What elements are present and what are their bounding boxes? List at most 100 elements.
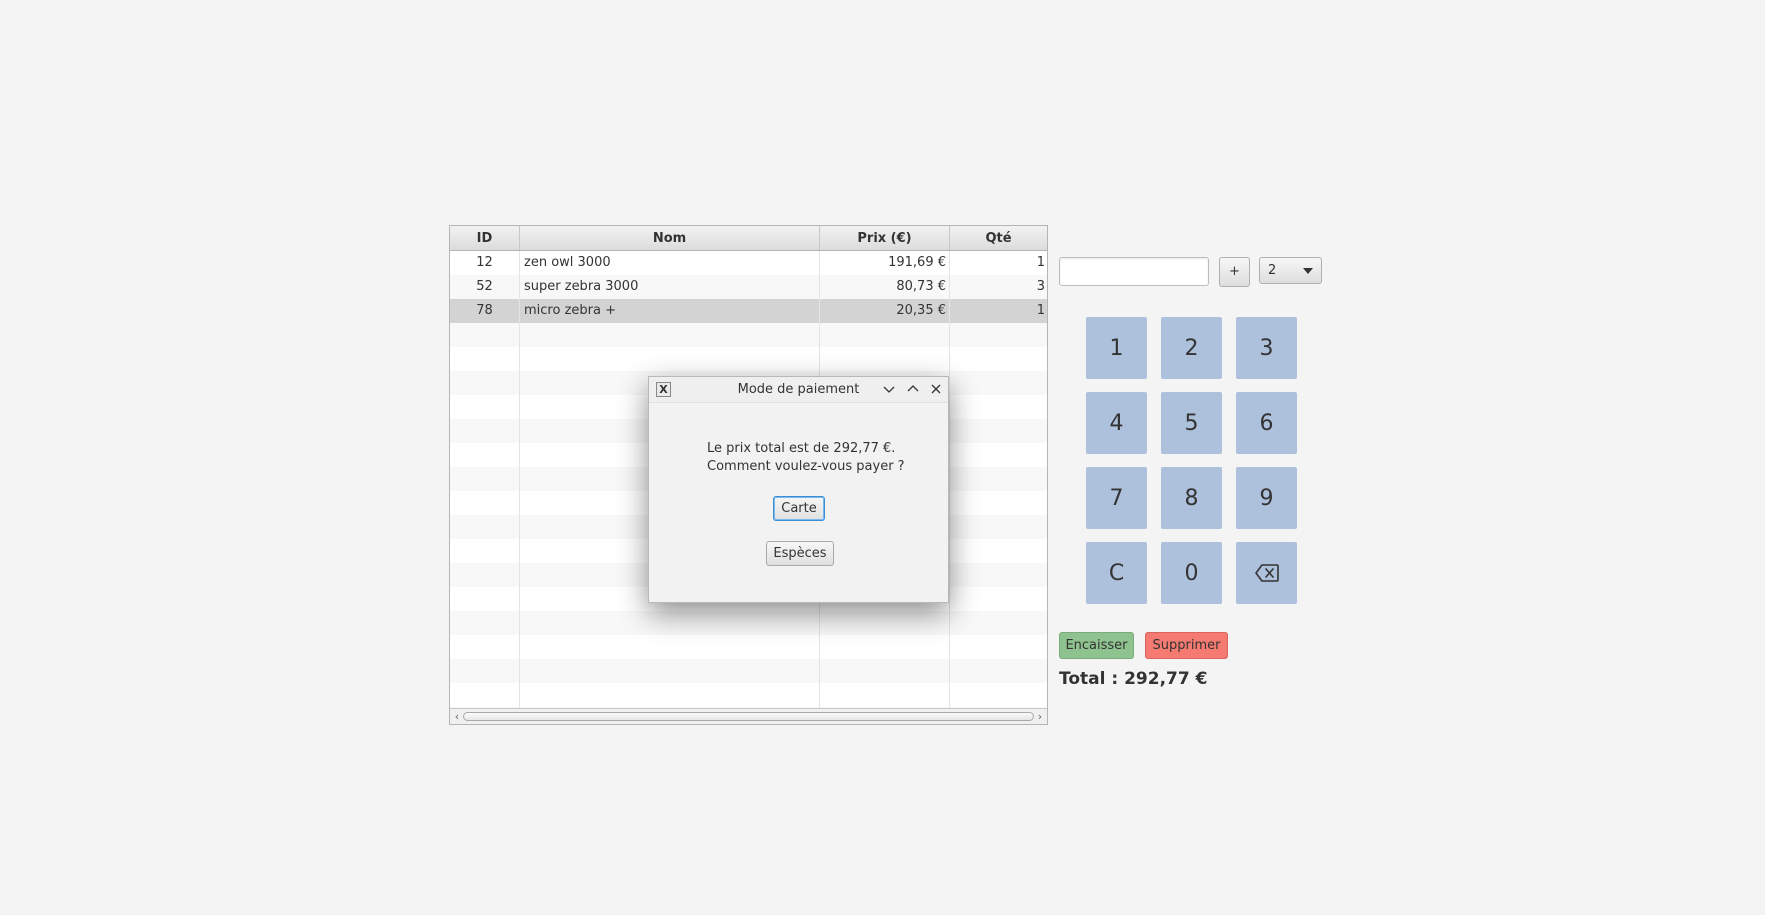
table-row-empty — [450, 347, 1047, 371]
cell-id: 78 — [450, 299, 520, 323]
cell-empty — [950, 323, 1047, 347]
quantity-select-value: 2 — [1268, 263, 1277, 278]
horizontal-scrollbar[interactable]: ‹ › — [450, 708, 1047, 724]
cell-empty — [450, 539, 520, 563]
cell-nom: zen owl 3000 — [520, 251, 820, 275]
cell-empty — [450, 611, 520, 635]
cell-prix: 191,69 € — [820, 251, 950, 275]
maximize-icon[interactable] — [905, 381, 921, 397]
carte-button[interactable]: Carte — [773, 496, 825, 521]
keypad-key-3[interactable]: 3 — [1236, 317, 1297, 379]
keypad-key-8[interactable]: 8 — [1161, 467, 1222, 529]
backspace-icon — [1254, 564, 1279, 582]
payment-mode-dialog: X Mode de paiement Le prix total est de … — [648, 376, 949, 603]
cell-empty — [450, 419, 520, 443]
dialog-title: Mode de paiement — [737, 382, 860, 397]
cell-empty — [820, 659, 950, 683]
keypad-key-4[interactable]: 4 — [1086, 392, 1147, 454]
cell-empty — [450, 467, 520, 491]
chevron-down-icon — [1303, 268, 1313, 274]
product-code-input[interactable] — [1059, 257, 1209, 286]
minimize-icon[interactable] — [881, 381, 897, 397]
cell-empty — [520, 347, 820, 371]
keypad-key-9[interactable]: 9 — [1236, 467, 1297, 529]
cell-empty — [950, 347, 1047, 371]
encaisser-button[interactable]: Encaisser — [1059, 632, 1134, 659]
keypad-key-1[interactable]: 1 — [1086, 317, 1147, 379]
cell-empty — [950, 443, 1047, 467]
add-product-button[interactable]: + — [1219, 257, 1250, 287]
cell-prix: 20,35 € — [820, 299, 950, 323]
keypad-key-backspace[interactable] — [1236, 542, 1297, 604]
cell-empty — [950, 371, 1047, 395]
cell-empty — [450, 683, 520, 707]
cell-empty — [450, 659, 520, 683]
keypad-key-7[interactable]: 7 — [1086, 467, 1147, 529]
cell-empty — [520, 635, 820, 659]
cell-empty — [820, 611, 950, 635]
cell-empty — [450, 371, 520, 395]
cell-empty — [950, 539, 1047, 563]
scroll-left-icon[interactable]: ‹ — [451, 709, 463, 724]
cell-empty — [450, 515, 520, 539]
cell-empty — [950, 515, 1047, 539]
cell-qte: 1 — [1036, 303, 1045, 318]
cell-empty — [950, 491, 1047, 515]
total-label: Total : 292,77 € — [1059, 669, 1208, 689]
cell-empty — [450, 443, 520, 467]
table-row-empty — [450, 611, 1047, 635]
cell-empty — [520, 323, 820, 347]
cell-empty — [820, 683, 950, 707]
table-row-empty — [450, 659, 1047, 683]
cell-empty — [950, 611, 1047, 635]
cell-empty — [950, 659, 1047, 683]
cell-empty — [450, 323, 520, 347]
table-row-empty — [450, 323, 1047, 347]
header-prix[interactable]: Prix (€) — [820, 226, 950, 250]
cell-empty — [520, 659, 820, 683]
cell-empty — [950, 635, 1047, 659]
cell-empty — [950, 395, 1047, 419]
table-header: ID Nom Prix (€) Qté — [450, 226, 1047, 251]
cell-empty — [450, 491, 520, 515]
cell-id: 12 — [450, 251, 520, 275]
cell-nom: super zebra 3000 — [520, 275, 820, 299]
table-row[interactable]: 12 zen owl 3000 191,69 € 1 — [450, 251, 1047, 275]
cell-empty — [950, 563, 1047, 587]
scroll-right-icon[interactable]: › — [1034, 709, 1046, 724]
table-row-selected[interactable]: 78 micro zebra + 20,35 € 1 — [450, 299, 1047, 323]
cell-empty — [950, 683, 1047, 707]
keypad-key-6[interactable]: 6 — [1236, 392, 1297, 454]
cell-prix: 80,73 € — [820, 275, 950, 299]
cell-qte: 1 — [1036, 255, 1045, 270]
cell-empty — [820, 347, 950, 371]
table-row-empty — [450, 683, 1047, 707]
header-qte[interactable]: Qté — [950, 226, 1047, 250]
header-id[interactable]: ID — [450, 226, 520, 250]
keypad-key-5[interactable]: 5 — [1161, 392, 1222, 454]
table-row-empty — [450, 635, 1047, 659]
cell-nom: micro zebra + — [520, 299, 820, 323]
cell-empty — [820, 323, 950, 347]
header-nom[interactable]: Nom — [520, 226, 820, 250]
cell-qte: 3 — [1036, 279, 1045, 294]
dialog-titlebar[interactable]: X Mode de paiement — [649, 377, 948, 403]
table-row[interactable]: 52 super zebra 3000 80,73 € 3 — [450, 275, 1047, 299]
keypad-key-2[interactable]: 2 — [1161, 317, 1222, 379]
cell-empty — [950, 587, 1047, 611]
close-icon[interactable] — [928, 381, 944, 397]
scrollbar-thumb[interactable] — [463, 712, 1034, 721]
cell-empty — [450, 587, 520, 611]
supprimer-button[interactable]: Supprimer — [1145, 632, 1228, 659]
quantity-select[interactable]: 2 — [1259, 257, 1322, 284]
especes-button[interactable]: Espèces — [766, 541, 834, 566]
dialog-message: Le prix total est de 292,77 €. Comment v… — [707, 441, 905, 474]
cell-id: 52 — [450, 275, 520, 299]
cell-empty — [950, 419, 1047, 443]
keypad-key-0[interactable]: 0 — [1161, 542, 1222, 604]
cell-empty — [950, 467, 1047, 491]
cell-empty — [520, 611, 820, 635]
cell-empty — [520, 683, 820, 707]
cell-empty — [450, 635, 520, 659]
keypad-key-clear[interactable]: C — [1086, 542, 1147, 604]
